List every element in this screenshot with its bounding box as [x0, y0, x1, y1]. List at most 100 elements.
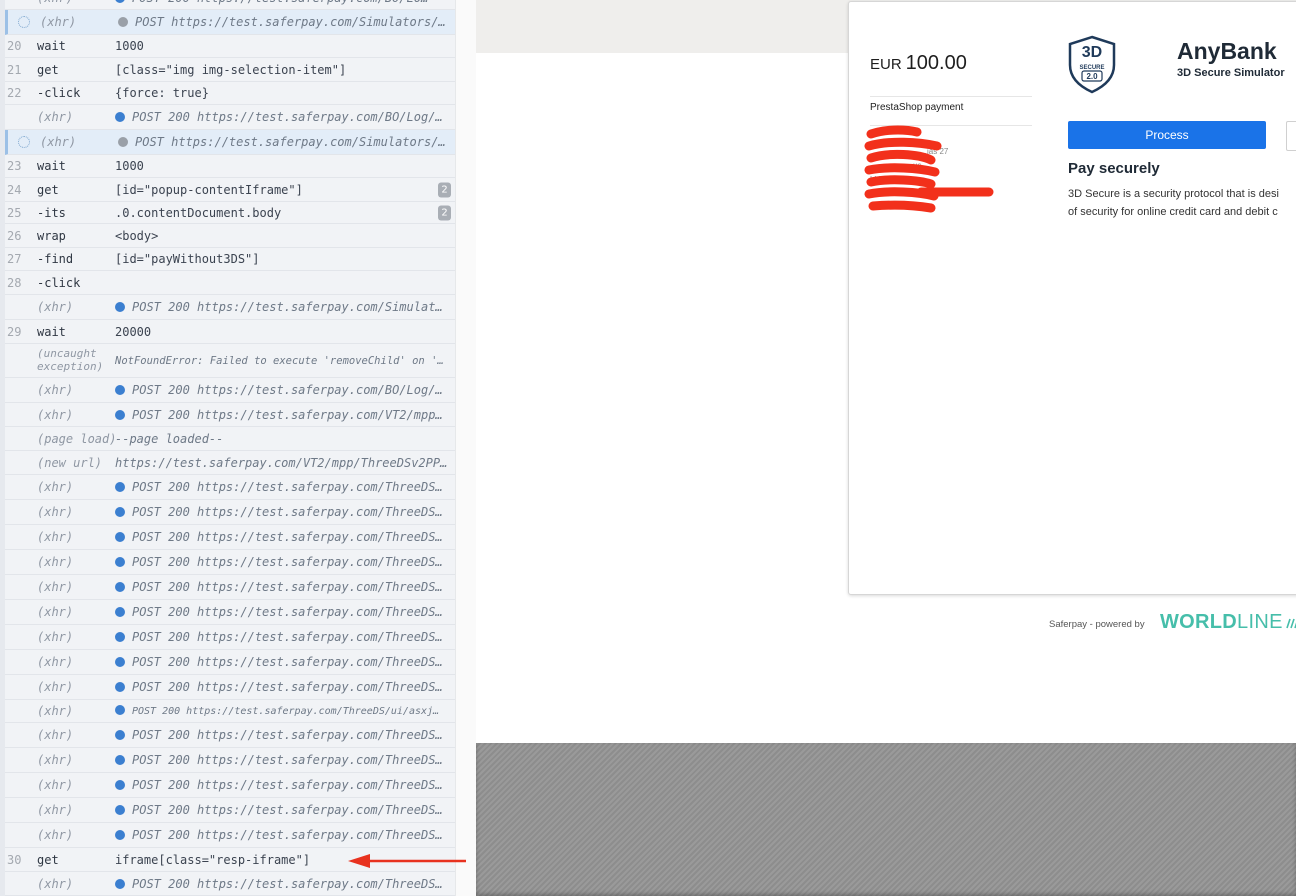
command-message: POST https://test.saferpay.com/Simulator…	[118, 15, 453, 29]
app-preview: EUR 100.00 PrestaShop payment …ias 27 …us…	[476, 0, 1296, 896]
log-event-row[interactable]: (xhr) POST 200 https://test.saferpay.com/…	[5, 105, 455, 130]
message-text: iframe[class="resp-iframe"]	[115, 852, 311, 867]
log-event-row[interactable]: (xhr) POST 200 https://test.saferpay.com/…	[5, 748, 455, 773]
command-name: (xhr)	[37, 704, 74, 718]
command-name: wait	[37, 159, 66, 173]
logo-version-text: 2.0	[1086, 72, 1098, 81]
powered-by-text: Saferpay - powered by	[1049, 619, 1145, 630]
status-dot-icon	[115, 607, 125, 617]
message-text: POST 200 https://test.saferpay.com/Three…	[132, 706, 440, 717]
payment-amount: EUR 100.00	[870, 52, 967, 75]
command-name: (xhr)	[37, 383, 74, 397]
command-name: (xhr)	[37, 753, 74, 767]
log-event-row[interactable]: (xhr) POST 200 https://test.saferpay.com/…	[5, 0, 455, 10]
row-number: 28	[7, 275, 22, 290]
logo-secure-text: SECURE	[1079, 65, 1104, 71]
log-event-row[interactable]: (xhr) POST 200 https://test.saferpay.com/…	[5, 378, 455, 403]
command-message: POST 200 https://test.saferpay.com/Three…	[115, 877, 450, 891]
command-name: (xhr)	[37, 530, 74, 544]
command-message: POST 200 https://test.saferpay.com/Simul…	[115, 300, 450, 314]
command-message: POST 200 https://test.saferpay.com/Three…	[115, 828, 450, 842]
command-message: [id="popup-contentIframe"]	[115, 183, 450, 197]
command-message: POST 200 https://test.saferpay.com/Three…	[115, 705, 450, 717]
log-event-row[interactable]: (xhr) POST 200 https://test.saferpay.com/…	[5, 872, 455, 896]
log-event-row[interactable]: (xhr) POST 200 https://test.saferpay.com/…	[5, 525, 455, 550]
status-dot-icon	[115, 682, 125, 692]
log-event-row[interactable]: (xhr) POST 200 https://test.saferpay.com/…	[5, 500, 455, 525]
command-message: POST 200 https://test.saferpay.com/Three…	[115, 530, 450, 544]
log-event-row[interactable]: (page load) --page loaded--	[5, 427, 455, 451]
viewport-overflow-area	[476, 743, 1296, 896]
command-log-gutter	[0, 0, 5, 896]
command-message: POST 200 https://test.saferpay.com/Three…	[115, 505, 450, 519]
log-event-row[interactable]: (xhr) POST 200 https://test.saferpay.com/…	[5, 723, 455, 748]
log-event-row[interactable]: (xhr) POST 200 https://test.saferpay.com/…	[5, 295, 455, 320]
log-event-row[interactable]: (xhr) POST 200 https://test.saferpay.com/…	[5, 625, 455, 650]
command-name: (xhr)	[37, 480, 74, 494]
log-event-row[interactable]: (xhr) POST 200 https://test.saferpay.com/…	[5, 575, 455, 600]
message-text: POST 200 https://test.saferpay.com/Three…	[132, 555, 443, 569]
log-event-row[interactable]: (new url) https://test.saferpay.com/VT2/m…	[5, 451, 455, 475]
command-name: -its	[37, 205, 66, 220]
message-text: POST 200 https://test.saferpay.com/VT2/m…	[132, 407, 443, 422]
status-dot-icon	[118, 17, 128, 27]
message-text: POST 200 https://test.saferpay.com/Three…	[132, 580, 443, 594]
command-message: POST 200 https://test.saferpay.com/Three…	[115, 753, 450, 767]
message-text: POST 200 https://test.saferpay.com/Three…	[132, 655, 443, 669]
command-row[interactable]: 24 get [id="popup-contentIframe"] 2	[5, 178, 455, 202]
command-name: (xhr)	[37, 0, 73, 5]
element-count-badge: 2	[438, 205, 451, 220]
command-row[interactable]: 23 wait 1000	[5, 155, 455, 178]
command-row[interactable]: 25 -its .0.contentDocument.body 2	[5, 202, 455, 224]
status-dot-icon	[115, 755, 125, 765]
message-text: POST https://test.saferpay.com/Simulator…	[135, 15, 446, 29]
message-text: [id="popup-contentIframe"]	[115, 182, 303, 197]
row-number: 20	[7, 39, 22, 53]
command-name: (xhr)	[37, 728, 74, 742]
command-row[interactable]: 29 wait 20000	[5, 320, 455, 344]
log-event-row[interactable]: (xhr) POST https://test.saferpay.com/Simu…	[5, 130, 455, 155]
command-name: wait	[37, 39, 66, 53]
status-dot-icon	[115, 805, 125, 815]
bank-subtitle: 3D Secure Simulator	[1177, 67, 1285, 79]
log-event-row[interactable]: (xhr) POST 200 https://test.saferpay.com/…	[5, 700, 455, 723]
log-event-row[interactable]: (xhr) POST 200 https://test.saferpay.com/…	[5, 798, 455, 823]
process-button[interactable]: Process	[1068, 121, 1266, 149]
command-row[interactable]: 21 get [class="img img-selection-item"]	[5, 58, 455, 82]
log-event-row[interactable]: (xhr) POST 200 https://test.saferpay.com/…	[5, 475, 455, 500]
message-text: NotFoundError: Failed to execute 'remove…	[115, 354, 450, 367]
command-name: (xhr)	[37, 580, 74, 594]
secondary-button[interactable]	[1286, 121, 1296, 151]
message-text: [id="payWithout3DS"]	[115, 252, 260, 266]
log-event-row[interactable]: (xhr) POST 200 https://test.saferpay.com/…	[5, 403, 455, 427]
message-text: https://test.saferpay.com/VT2/mpp/ThreeD…	[115, 455, 448, 470]
message-text: POST 200 https://test.saferpay.com/BO/Lo…	[132, 110, 443, 124]
command-message: POST 200 https://test.saferpay.com/Three…	[115, 655, 450, 669]
log-event-row[interactable]: (xhr) POST 200 https://test.saferpay.com/…	[5, 823, 455, 848]
row-number: 24	[7, 182, 22, 197]
redaction-scribble	[864, 125, 994, 213]
row-number: 29	[7, 324, 22, 339]
log-event-row[interactable]: (xhr) POST 200 https://test.saferpay.com/…	[5, 650, 455, 675]
row-number: 23	[7, 159, 22, 173]
command-message: POST 200 https://test.saferpay.com/VT2/m…	[115, 408, 450, 422]
command-log-scrollbar[interactable]	[455, 0, 477, 896]
command-message: POST 200 https://test.saferpay.com/Three…	[115, 680, 450, 694]
log-event-row[interactable]: (uncaught exception) NotFoundError: Faile…	[5, 344, 455, 378]
log-event-row[interactable]: (xhr) POST 200 https://test.saferpay.com/…	[5, 773, 455, 798]
message-text: POST 200 https://test.saferpay.com/Three…	[132, 630, 443, 644]
command-row[interactable]: 28 -click	[5, 271, 455, 295]
command-message: 1000	[115, 159, 450, 173]
command-row[interactable]: 27 -find [id="payWithout3DS"]	[5, 248, 455, 271]
command-row[interactable]: 20 wait 1000	[5, 35, 455, 58]
log-event-row[interactable]: (xhr) POST 200 https://test.saferpay.com/…	[5, 675, 455, 700]
message-text: POST 200 https://test.saferpay.com/Three…	[132, 828, 443, 842]
command-name: (xhr)	[37, 605, 74, 619]
log-event-row[interactable]: (xhr) POST https://test.saferpay.com/Simu…	[5, 10, 455, 35]
log-event-row[interactable]: (xhr) POST 200 https://test.saferpay.com/…	[5, 600, 455, 625]
command-row[interactable]: 22 -click {force: true}	[5, 82, 455, 105]
command-name: (xhr)	[37, 680, 74, 694]
message-text: POST 200 https://test.saferpay.com/Three…	[132, 680, 443, 694]
log-event-row[interactable]: (xhr) POST 200 https://test.saferpay.com/…	[5, 550, 455, 575]
command-row[interactable]: 26 wrap <body>	[5, 224, 455, 248]
